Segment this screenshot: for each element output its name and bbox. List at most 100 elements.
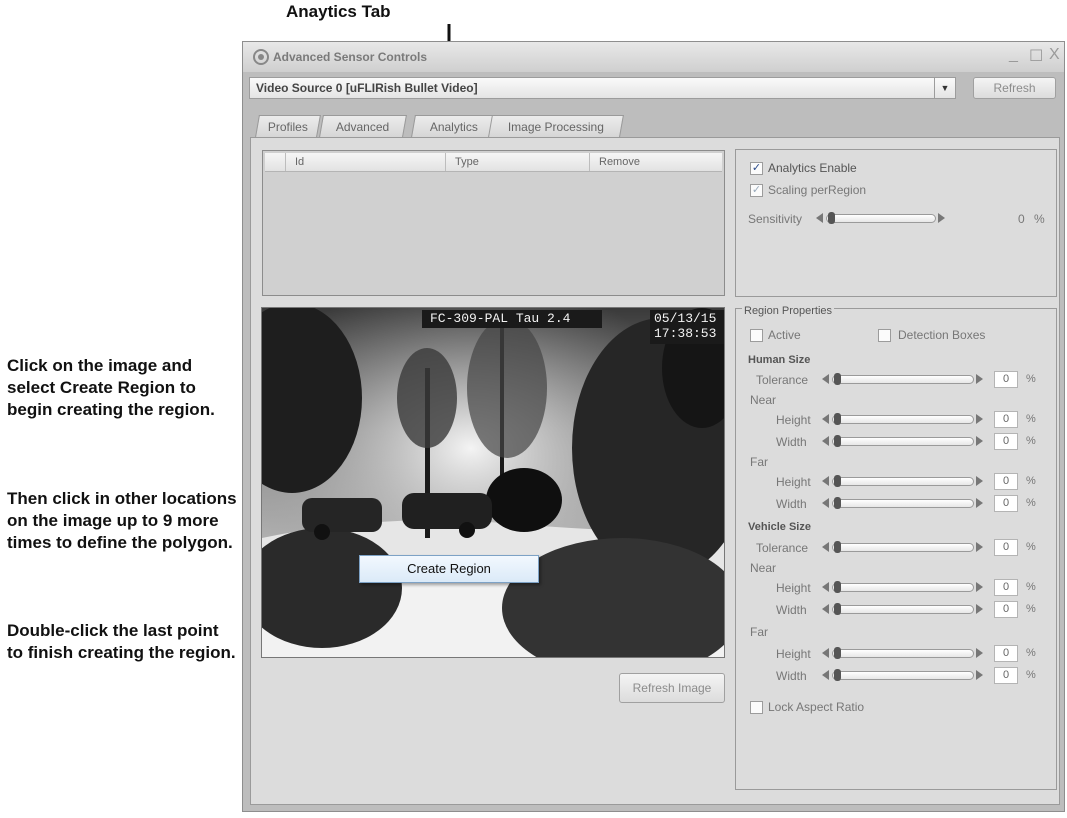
vehicle-near-width-label: Width: [776, 603, 807, 617]
column-remove[interactable]: Remove: [599, 156, 640, 168]
vehicle-near-height-increase-icon[interactable]: [976, 582, 983, 592]
vehicle-near-height-value[interactable]: 0: [994, 579, 1018, 596]
vehicle-near-width-value[interactable]: 0: [994, 601, 1018, 618]
vehicle-near-width-slider[interactable]: [832, 605, 974, 614]
vehicle-far-height-value[interactable]: 0: [994, 645, 1018, 662]
vehicle-near-height-slider-thumb[interactable]: [834, 581, 841, 593]
vehicle-far-height-slider[interactable]: [832, 649, 974, 658]
human-near-width-increase-icon[interactable]: [976, 436, 983, 446]
human-far-height-label: Height: [776, 475, 811, 489]
vehicle-far-height-increase-icon[interactable]: [976, 648, 983, 658]
human-tolerance-increase-icon[interactable]: [976, 374, 983, 384]
human-near-height-slider[interactable]: [832, 415, 974, 424]
detection-boxes-checkbox[interactable]: [878, 329, 891, 342]
thermal-video-image[interactable]: FC-309-PAL Tau 2.4 05/13/15 17:38:53: [261, 307, 725, 658]
region-properties-title: Region Properties: [742, 305, 835, 317]
analytics-tab-callout: Anaytics Tab: [286, 2, 391, 21]
human-near-height-decrease-icon[interactable]: [822, 414, 829, 424]
human-far-label: Far: [750, 455, 768, 469]
human-near-height-unit: %: [1026, 413, 1036, 425]
instruction-finish-region: Double-click the last point to finish cr…: [7, 621, 236, 662]
vehicle-far-height-decrease-icon[interactable]: [822, 648, 829, 658]
vehicle-far-height-slider-thumb[interactable]: [834, 647, 841, 659]
vehicle-far-width-slider[interactable]: [832, 671, 974, 680]
column-type[interactable]: Type: [455, 156, 479, 168]
human-far-height-increase-icon[interactable]: [976, 476, 983, 486]
human-near-height-slider-thumb[interactable]: [834, 413, 841, 425]
tab-content: Id Type Remove FC-309-PAL Tau 2.4 05/13/…: [242, 41, 1065, 812]
analytics-settings: ✓ Analytics Enable ✓ Scaling perRegion S…: [735, 149, 1057, 297]
vehicle-size-heading: Vehicle Size: [748, 521, 811, 533]
date-overlay: 05/13/15: [654, 311, 717, 326]
vehicle-tolerance-increase-icon[interactable]: [976, 542, 983, 552]
thermal-scene: [262, 308, 724, 657]
sensitivity-slider[interactable]: [826, 214, 936, 223]
vehicle-near-width-decrease-icon[interactable]: [822, 604, 829, 614]
refresh-image-button[interactable]: Refresh Image: [619, 673, 725, 703]
active-label: Active: [768, 328, 801, 342]
vehicle-near-label: Near: [750, 561, 777, 575]
human-tolerance-label: Tolerance: [756, 373, 809, 387]
create-region-menu-item[interactable]: Create Region: [359, 555, 539, 583]
human-tolerance-slider-thumb[interactable]: [834, 373, 841, 385]
human-far-width-label: Width: [776, 497, 807, 511]
camera-model-overlay: FC-309-PAL Tau 2.4: [430, 311, 571, 326]
human-near-height-label: Height: [776, 413, 811, 427]
vehicle-far-height-label: Height: [776, 647, 811, 661]
vehicle-near-width-slider-thumb[interactable]: [834, 603, 841, 615]
scaling-per-region-label: Scaling perRegion: [768, 183, 867, 197]
human-tolerance-value[interactable]: 0: [994, 371, 1018, 388]
sensitivity-decrease-icon[interactable]: [816, 213, 823, 223]
human-near-label: Near: [750, 393, 777, 407]
vehicle-far-width-slider-thumb[interactable]: [834, 669, 841, 681]
region-table[interactable]: Id Type Remove: [262, 150, 725, 296]
human-far-width-value[interactable]: 0: [994, 495, 1018, 512]
lock-aspect-ratio-checkbox[interactable]: [750, 701, 763, 714]
vehicle-near-height-slider[interactable]: [832, 583, 974, 592]
vehicle-far-label: Far: [750, 625, 768, 639]
vehicle-far-width-increase-icon[interactable]: [976, 670, 983, 680]
human-far-width-decrease-icon[interactable]: [822, 498, 829, 508]
human-far-width-increase-icon[interactable]: [976, 498, 983, 508]
human-far-width-unit: %: [1026, 497, 1036, 509]
vehicle-near-height-decrease-icon[interactable]: [822, 582, 829, 592]
human-near-height-value[interactable]: 0: [994, 411, 1018, 428]
human-far-height-slider-thumb[interactable]: [834, 475, 841, 487]
sensitivity-increase-icon[interactable]: [938, 213, 945, 223]
vehicle-far-width-value[interactable]: 0: [994, 667, 1018, 684]
human-far-height-decrease-icon[interactable]: [822, 476, 829, 486]
human-far-width-slider-thumb[interactable]: [834, 497, 841, 509]
human-near-width-slider[interactable]: [832, 437, 974, 446]
human-near-height-increase-icon[interactable]: [976, 414, 983, 424]
human-far-height-slider[interactable]: [832, 477, 974, 486]
vehicle-near-height-label: Height: [776, 581, 811, 595]
human-far-height-value[interactable]: 0: [994, 473, 1018, 490]
analytics-enable-checkbox[interactable]: ✓: [750, 162, 763, 175]
sensitivity-value: 0: [1018, 212, 1025, 226]
human-near-width-decrease-icon[interactable]: [822, 436, 829, 446]
instruction-create-region: Click on the image and select Create Reg…: [7, 356, 215, 419]
human-far-width-slider[interactable]: [832, 499, 974, 508]
sensitivity-slider-thumb[interactable]: [828, 212, 835, 224]
vehicle-tolerance-slider-thumb[interactable]: [834, 541, 841, 553]
vehicle-far-width-decrease-icon[interactable]: [822, 670, 829, 680]
active-checkbox[interactable]: [750, 329, 763, 342]
human-tolerance-decrease-icon[interactable]: [822, 374, 829, 384]
sensitivity-unit: %: [1034, 212, 1045, 226]
scaling-per-region-checkbox[interactable]: ✓: [750, 184, 763, 197]
vehicle-tolerance-decrease-icon[interactable]: [822, 542, 829, 552]
vehicle-tolerance-value[interactable]: 0: [994, 539, 1018, 556]
human-near-width-label: Width: [776, 435, 807, 449]
lock-aspect-ratio-label: Lock Aspect Ratio: [768, 700, 865, 714]
human-tolerance-slider[interactable]: [832, 375, 974, 384]
instruction-define-polygon: Then click in other locations on the ima…: [7, 489, 237, 552]
vehicle-far-height-unit: %: [1026, 647, 1036, 659]
human-near-width-slider-thumb[interactable]: [834, 435, 841, 447]
vehicle-near-width-increase-icon[interactable]: [976, 604, 983, 614]
vehicle-tolerance-unit: %: [1026, 541, 1036, 553]
column-id[interactable]: Id: [295, 156, 304, 168]
vehicle-tolerance-slider[interactable]: [832, 543, 974, 552]
time-overlay: 17:38:53: [654, 326, 717, 341]
vehicle-far-width-unit: %: [1026, 669, 1036, 681]
human-near-width-value[interactable]: 0: [994, 433, 1018, 450]
